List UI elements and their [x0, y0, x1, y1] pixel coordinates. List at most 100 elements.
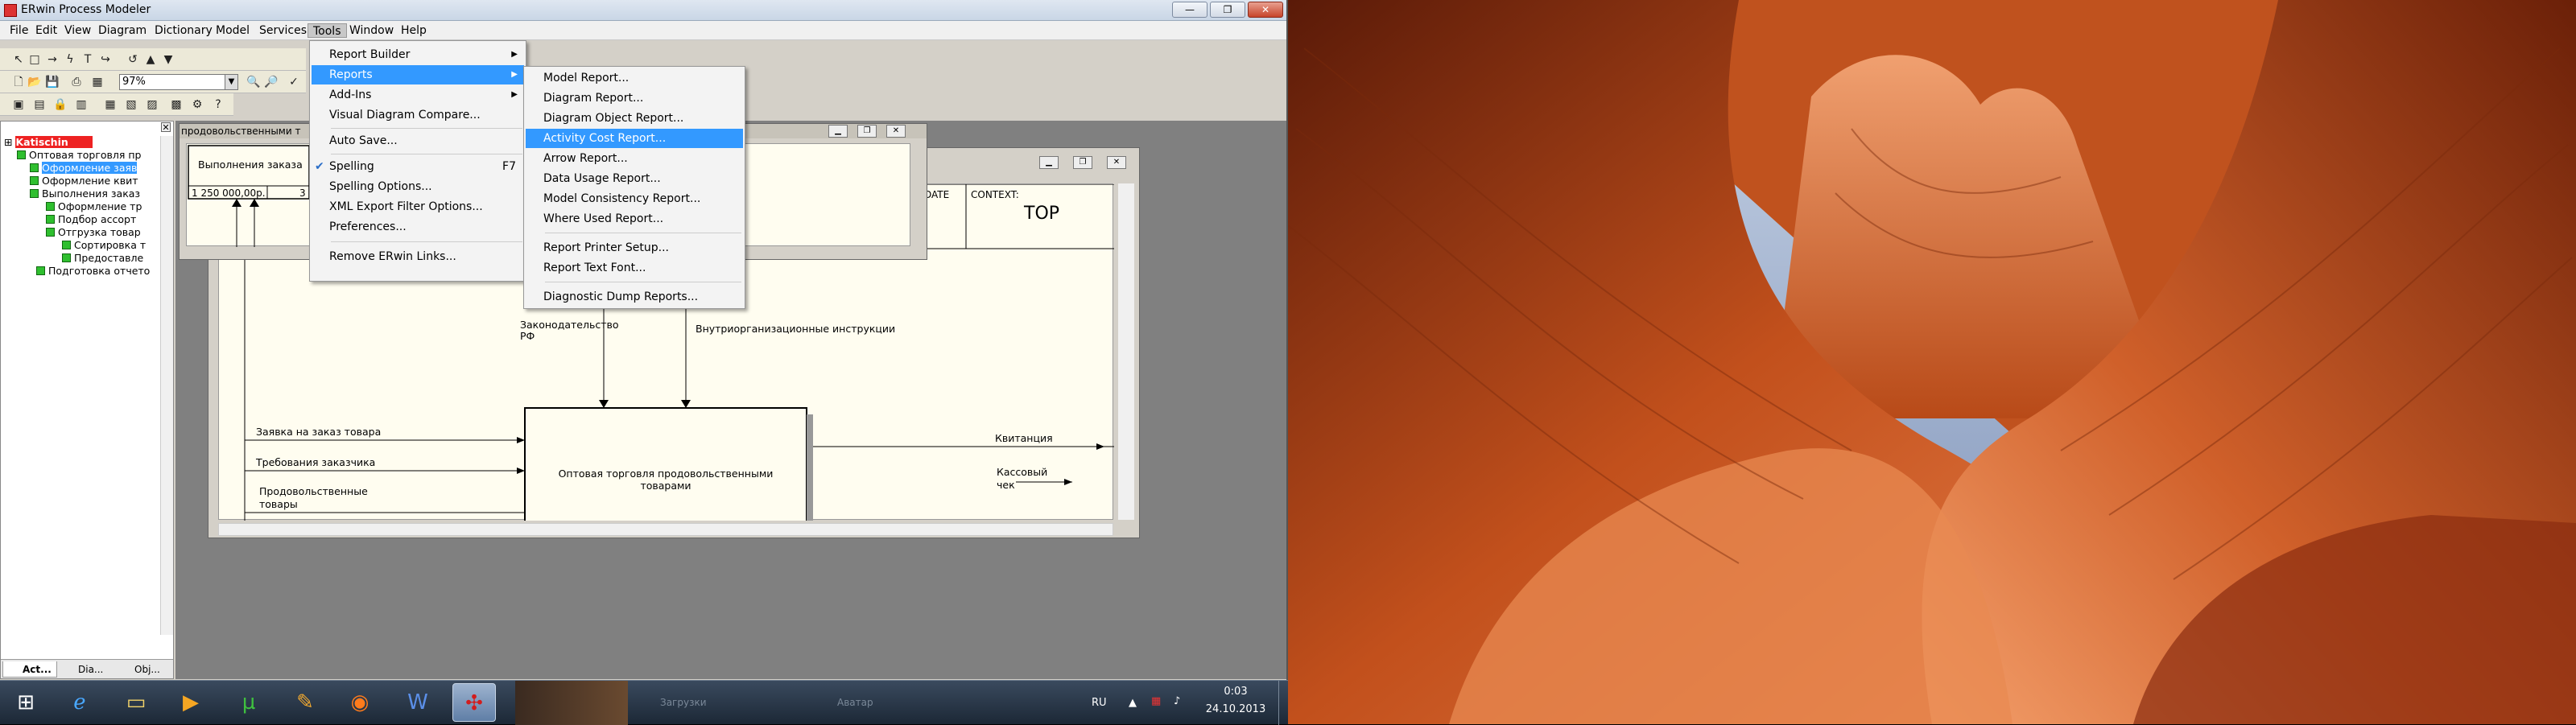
volume-icon[interactable]: ♪ [1174, 695, 1180, 707]
tree-item[interactable]: Оформление квит [30, 175, 138, 187]
tab-objects[interactable]: Obj... [115, 661, 170, 678]
diagram-vertical-scrollbar[interactable] [1118, 183, 1134, 520]
print-icon[interactable]: ⎙ [69, 75, 84, 89]
tab-activities[interactable]: Act... [2, 661, 57, 678]
menu-item-report-text-font[interactable]: Report Text Font... [526, 258, 743, 278]
show-hidden-icons[interactable]: ▲ [1129, 697, 1137, 709]
tree-item[interactable]: Оптовая торговля пр [17, 149, 142, 162]
tree-item[interactable]: Сортировка т [62, 239, 146, 252]
taskbar-media-player[interactable]: ▶ [169, 683, 213, 722]
menu-item-report-builder[interactable]: Report Builder ▶ [312, 45, 524, 64]
menu-view[interactable]: View [60, 23, 96, 38]
show-desktop-button[interactable] [1278, 681, 1288, 725]
save-icon[interactable]: 💾 [45, 75, 60, 89]
menu-tools[interactable]: Tools [308, 23, 347, 38]
close-icon[interactable]: ✕ [161, 122, 171, 133]
minimize-button[interactable]: — [1172, 2, 1208, 18]
taskbar-word[interactable]: W [396, 683, 440, 722]
menu-item-diagnostic-dump-reports[interactable]: Diagnostic Dump Reports... [526, 287, 743, 307]
tree-item[interactable]: Подготовка отчето [36, 265, 150, 278]
text-tool-icon[interactable]: T [80, 52, 95, 67]
diagram-maximize-button[interactable]: ❐ [1073, 156, 1092, 169]
zoom-in-icon[interactable]: 🔍 [246, 75, 261, 89]
diagram-horizontal-scrollbar[interactable] [218, 523, 1113, 536]
diagram-minimize-button[interactable]: ▁ [1039, 156, 1059, 169]
mart-library-icon[interactable]: ▨ [145, 97, 159, 112]
go-to-child-icon[interactable]: ▼ [161, 52, 175, 67]
activity-box-tool-icon[interactable]: □ [27, 52, 42, 67]
menu-item-diagram-report[interactable]: Diagram Report... [526, 89, 743, 108]
menu-item-visual-diagram-compare[interactable]: Visual Diagram Compare... [312, 105, 524, 125]
chevron-down-icon[interactable]: ▼ [225, 75, 237, 89]
menu-help[interactable]: Help [396, 23, 431, 38]
maximize-button[interactable]: ❐ [1210, 2, 1245, 18]
taskbar-firefox[interactable]: ◉ [338, 683, 382, 722]
taskbar-paint[interactable]: ✎ [283, 683, 327, 722]
mart-users-icon[interactable]: ▩ [169, 97, 184, 112]
menu-item-spelling[interactable]: ✔ Spelling F7 [312, 157, 524, 176]
squiggle-tool-icon[interactable]: ϟ [63, 52, 77, 67]
close-button[interactable]: ✕ [1248, 2, 1283, 18]
menu-item-model-report[interactable]: Model Report... [526, 68, 743, 88]
clock-time[interactable]: 0:03 [1199, 686, 1272, 698]
spelling-icon[interactable]: ✓ [287, 75, 301, 89]
open-file-icon[interactable]: 📂 [27, 75, 42, 89]
menu-item-spelling-options[interactable]: Spelling Options... [312, 177, 524, 196]
offpage-reference-tool-icon[interactable]: ↪ [98, 52, 113, 67]
menu-item-arrow-report[interactable]: Arrow Report... [526, 149, 743, 168]
diagram-close-button[interactable]: ✕ [886, 125, 906, 138]
mart-save-icon[interactable]: ▥ [74, 97, 89, 112]
menu-item-model-consistency-report[interactable]: Model Consistency Report... [526, 189, 743, 208]
menu-item-preferences[interactable]: Preferences... [312, 217, 524, 237]
network-icon[interactable]: ▦ [1151, 695, 1161, 707]
zoom-select[interactable]: 97% ▼ [119, 74, 238, 90]
diagram-close-button[interactable]: ✕ [1107, 156, 1126, 169]
explorer-scrollbar[interactable] [160, 136, 173, 635]
mart-help-icon[interactable]: ? [211, 97, 225, 112]
go-to-parent-icon[interactable]: ▲ [143, 52, 158, 67]
tree-item[interactable]: Отгрузка товар [46, 226, 141, 239]
menu-item-data-usage-report[interactable]: Data Usage Report... [526, 169, 743, 188]
taskbar-internet-explorer[interactable]: ℯ [58, 683, 101, 722]
menu-item-diagram-object-report[interactable]: Diagram Object Report... [526, 109, 743, 128]
mart-lock-icon[interactable]: 🔒 [53, 97, 68, 112]
tree-item[interactable]: Подбор ассорт [46, 213, 136, 226]
tree-item[interactable]: Оформление заяв [30, 162, 138, 175]
menu-item-where-used-report[interactable]: Where Used Report... [526, 209, 743, 229]
tab-diagrams[interactable]: Dia... [59, 661, 114, 678]
taskbar-erwin[interactable]: ✣ [452, 683, 496, 722]
menu-item-report-printer-setup[interactable]: Report Printer Setup... [526, 238, 743, 257]
menu-model[interactable]: Model [211, 23, 254, 38]
mart-open-icon[interactable]: ▤ [32, 97, 47, 112]
mart-connect-icon[interactable]: ▣ [11, 97, 26, 112]
taskbar-explorer[interactable]: ▭ [114, 683, 158, 722]
precedence-arrow-tool-icon[interactable]: → [45, 52, 60, 67]
mart-report-icon[interactable]: ▦ [103, 97, 118, 112]
clock-date[interactable]: 24.10.2013 [1199, 703, 1272, 715]
menu-file[interactable]: File [5, 23, 33, 38]
mart-compare-icon[interactable]: ▧ [124, 97, 138, 112]
menu-item-reports[interactable]: Reports ▶ [312, 65, 524, 84]
menu-item-xml-export-filter[interactable]: XML Export Filter Options... [312, 197, 524, 216]
tree-item[interactable]: Выполнения заказ [30, 187, 140, 200]
tree-item[interactable]: Оформление тр [46, 200, 142, 213]
pointer-tool-icon[interactable]: ↖ [11, 52, 26, 67]
taskbar-utorrent[interactable]: µ [227, 683, 270, 722]
menu-item-remove-erwin-links[interactable]: Remove ERwin Links... [312, 247, 524, 266]
diagram-maximize-button[interactable]: ❐ [857, 125, 877, 138]
menu-edit[interactable]: Edit [31, 23, 62, 38]
main-activity-box[interactable] [524, 407, 807, 521]
language-indicator[interactable]: RU [1092, 697, 1107, 709]
menu-diagram[interactable]: Diagram [93, 23, 151, 38]
diagram-minimize-button[interactable]: ▁ [828, 125, 848, 138]
start-button[interactable]: ⊞ [3, 683, 48, 722]
menu-item-auto-save[interactable]: Auto Save... [312, 131, 524, 150]
mart-options-icon[interactable]: ⚙ [190, 97, 204, 112]
menu-item-add-ins[interactable]: Add-Ins ▶ [312, 85, 524, 105]
menu-window[interactable]: Window [345, 23, 398, 38]
tree-item[interactable]: Предоставле [62, 252, 143, 265]
zoom-out-icon[interactable]: 🔎 [264, 75, 279, 89]
menu-item-activity-cost-report[interactable]: Activity Cost Report... [526, 129, 743, 148]
new-file-icon[interactable]: 🗋 [11, 75, 26, 89]
menu-services[interactable]: Services [254, 23, 312, 38]
